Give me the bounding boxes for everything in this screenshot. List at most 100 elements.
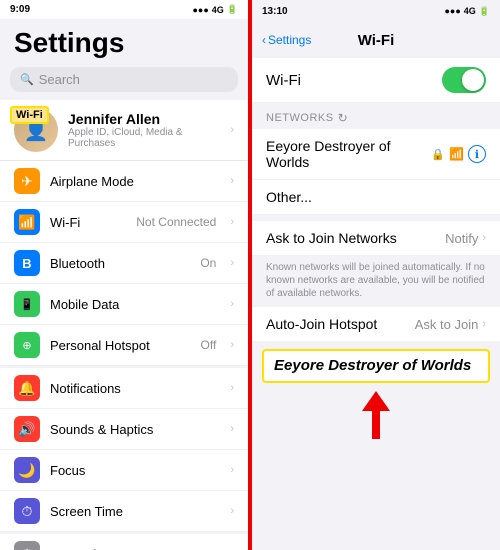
setting-row-focus[interactable]: 🌙 Focus › — [0, 450, 248, 491]
left-panel: 9:09 ●●● 4G 🔋 Settings 🔍 Search Wi-Fi 👤 … — [0, 0, 248, 550]
back-button[interactable]: ‹ Settings — [262, 33, 311, 47]
mobiledata-icon: 📱 — [14, 291, 40, 317]
status-icons-right: ●●● 4G 🔋 — [444, 6, 490, 17]
bluetooth-value: On — [200, 256, 216, 270]
sounds-chevron: › — [230, 423, 234, 435]
profile-name: Jennifer Allen — [68, 111, 220, 127]
settings-title-bar: Settings — [0, 19, 248, 63]
profile-sub: Apple ID, iCloud, Media & Purchases — [68, 127, 220, 149]
setting-row-general[interactable]: ⚙ General › — [0, 534, 248, 550]
wifi-page-title: Wi-Fi — [358, 32, 395, 49]
auto-join-label: Auto-Join Hotspot — [266, 316, 415, 332]
ask-join-value: Notify — [445, 231, 478, 246]
annotation-box: Eeyore Destroyer of Worlds — [262, 349, 490, 383]
hotspot-value: Off — [201, 338, 217, 352]
focus-label: Focus — [50, 463, 220, 478]
network-name-eeyore: Eeyore Destroyer of Worlds — [266, 138, 425, 170]
profile-row[interactable]: Wi-Fi 👤 Jennifer Allen Apple ID, iCloud,… — [0, 100, 248, 161]
info-icon[interactable]: ℹ — [468, 145, 486, 163]
focus-icon: 🌙 — [14, 457, 40, 483]
time-left: 9:09 — [10, 4, 30, 15]
hotspot-icon: ⊕ — [14, 332, 40, 358]
auto-join-chevron: › — [482, 318, 486, 330]
hotspot-label: Personal Hotspot — [50, 338, 191, 353]
network-row-eeyore[interactable]: Eeyore Destroyer of Worlds 🔒 📶 ℹ — [252, 129, 500, 180]
status-bar-left: 9:09 ●●● 4G 🔋 — [0, 0, 248, 19]
red-arrow — [362, 391, 390, 439]
wifi-toggle[interactable] — [442, 67, 486, 93]
setting-row-screentime[interactable]: ⏱ Screen Time › — [0, 491, 248, 532]
signal-icon-right: ●●● — [444, 6, 460, 16]
general-label: General — [50, 547, 220, 550]
setting-row-notifications[interactable]: 🔔 Notifications › — [0, 368, 248, 409]
hotspot-chevron: › — [230, 339, 234, 351]
battery-icon-left: 🔋 — [227, 4, 238, 15]
sounds-icon: 🔊 — [14, 416, 40, 442]
wifi-toggle-row[interactable]: Wi-Fi — [252, 58, 500, 103]
setting-row-airplane[interactable]: ✈ Airplane Mode › — [0, 161, 248, 202]
status-bar-right: 13:10 ●●● 4G 🔋 — [252, 0, 500, 22]
screentime-icon: ⏱ — [14, 498, 40, 524]
wifi-label: Wi-Fi — [50, 215, 126, 230]
other-label: Other... — [266, 189, 312, 205]
notifications-label: Notifications — [50, 381, 220, 396]
wifi-toggle-section: Wi-Fi — [252, 58, 500, 103]
settings-group-3: ⚙ General › ⊞ Control Centre › — [0, 534, 248, 550]
general-icon: ⚙ — [14, 541, 40, 550]
profile-info: Jennifer Allen Apple ID, iCloud, Media &… — [68, 111, 220, 149]
ask-join-label: Ask to Join Networks — [266, 230, 445, 246]
nav-bar: ‹ Settings Wi-Fi — [252, 22, 500, 58]
search-placeholder: Search — [39, 72, 80, 87]
settings-group-1: ✈ Airplane Mode › 📶 Wi-Fi Not Connected … — [0, 161, 248, 366]
refresh-icon: ↻ — [338, 111, 349, 125]
search-bar[interactable]: 🔍 Search — [10, 67, 238, 92]
mobiledata-chevron: › — [230, 298, 234, 310]
toggle-knob — [462, 69, 484, 91]
wifi-badge: Wi-Fi — [10, 106, 49, 124]
auto-join-value: Ask to Join — [415, 317, 479, 332]
settings-group-2: 🔔 Notifications › 🔊 Sounds & Haptics › 🌙… — [0, 368, 248, 532]
screentime-chevron: › — [230, 505, 234, 517]
back-chevron: ‹ — [262, 33, 266, 47]
profile-chevron: › — [230, 124, 234, 136]
lock-icon: 🔒 — [431, 148, 445, 161]
setting-row-hotspot[interactable]: ⊕ Personal Hotspot Off › — [0, 325, 248, 366]
mobiledata-label: Mobile Data — [50, 297, 220, 312]
wifi-toggle-label: Wi-Fi — [266, 72, 442, 89]
status-icons-left: ●●● 4G 🔋 — [192, 4, 238, 15]
back-label: Settings — [268, 33, 311, 47]
ask-join-chevron: › — [482, 232, 486, 244]
search-icon: 🔍 — [20, 73, 34, 86]
ask-join-description: Known networks will be joined automatica… — [252, 256, 500, 305]
auto-join-row[interactable]: Auto-Join Hotspot Ask to Join › — [252, 307, 500, 341]
annotation-text: Eeyore Destroyer of Worlds — [274, 357, 471, 374]
bluetooth-icon: B — [14, 250, 40, 276]
network-icons: 🔒 📶 ℹ — [431, 145, 486, 163]
setting-row-mobiledata[interactable]: 📱 Mobile Data › — [0, 284, 248, 325]
time-right: 13:10 — [262, 6, 288, 17]
red-divider — [248, 0, 252, 550]
arrow-shaft — [372, 411, 380, 439]
airplane-label: Airplane Mode — [50, 174, 220, 189]
bluetooth-chevron: › — [230, 257, 234, 269]
arrow-head — [362, 391, 390, 411]
notifications-icon: 🔔 — [14, 375, 40, 401]
wifi-icon: 📶 — [14, 209, 40, 235]
airplane-chevron: › — [230, 175, 234, 187]
setting-row-sounds[interactable]: 🔊 Sounds & Haptics › — [0, 409, 248, 450]
airplane-icon: ✈ — [14, 168, 40, 194]
wifi-value: Not Connected — [136, 215, 216, 229]
wifi-strength-icon: 📶 — [449, 147, 464, 161]
setting-row-wifi[interactable]: 📶 Wi-Fi Not Connected › — [0, 202, 248, 243]
signal-icon-left: ●●● — [192, 5, 208, 15]
network-type-left: 4G — [212, 5, 224, 15]
other-row[interactable]: Other... — [252, 180, 500, 215]
screentime-label: Screen Time — [50, 504, 220, 519]
right-panel: 13:10 ●●● 4G 🔋 ‹ Settings Wi-Fi Wi-Fi NE… — [252, 0, 500, 550]
network-type-right: 4G — [464, 6, 476, 16]
sounds-label: Sounds & Haptics — [50, 422, 220, 437]
ask-join-row[interactable]: Ask to Join Networks Notify › — [252, 221, 500, 256]
notifications-chevron: › — [230, 382, 234, 394]
battery-icon-right: 🔋 — [479, 6, 490, 17]
setting-row-bluetooth[interactable]: B Bluetooth On › — [0, 243, 248, 284]
